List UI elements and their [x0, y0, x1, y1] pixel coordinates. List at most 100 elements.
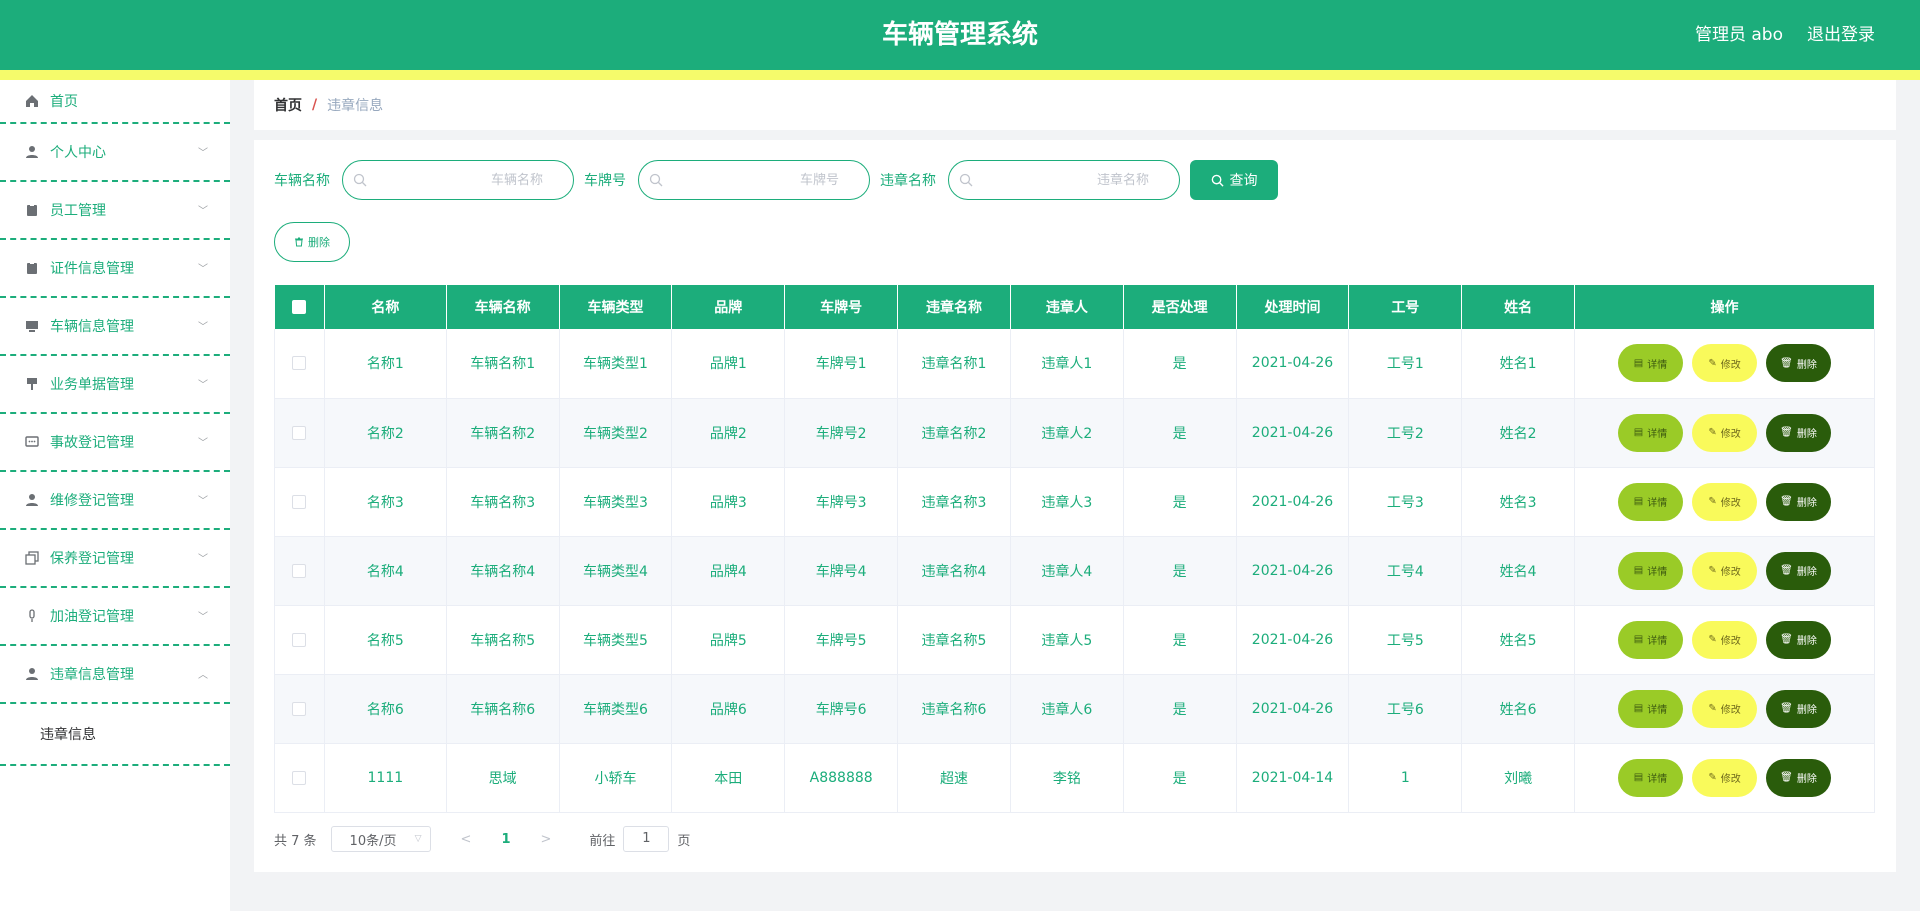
trash-icon: 🗑	[1780, 772, 1793, 783]
chevron-down-icon: ▽	[414, 834, 422, 844]
edit-button[interactable]: ✎ 修改	[1692, 413, 1758, 452]
table-cell: 品牌3	[671, 467, 786, 537]
chevron-down-icon: ﹀	[198, 380, 208, 391]
trash-icon: 🗑	[1780, 565, 1793, 576]
sidebar-item-2[interactable]: 员工管理 ﹀	[0, 182, 230, 240]
header-user-area: 管理员 abo 退出登录	[1695, 0, 1875, 70]
delete-button[interactable]: 🗑 删除	[1766, 482, 1832, 521]
detail-button[interactable]: ▤ 详情	[1618, 620, 1684, 659]
table-cell: 违章人1	[1010, 329, 1124, 399]
edit-label: 修改	[1720, 567, 1741, 578]
table-cell: 李铭	[1010, 743, 1124, 813]
column-header: 车牌号	[784, 285, 899, 329]
row-checkbox[interactable]	[292, 632, 307, 647]
sidebar-item-7[interactable]: 维修登记管理 ﹀	[0, 472, 230, 530]
sidebar-item-label: 个人中心	[50, 145, 106, 161]
chevron-down-icon: ﹀	[198, 206, 208, 217]
trash-icon: 🗑	[1780, 357, 1793, 369]
sidebar-item-label: 车辆信息管理	[50, 319, 134, 335]
batch-delete-button[interactable]: 删除	[274, 222, 350, 262]
sidebar: 首页 个人中心 ﹀ 员工管理 ﹀ 证件信息管理 ﹀ 车辆信息管理 ﹀ 业务单据管理 ﹀ 事故登记管理 ﹀…	[0, 80, 230, 911]
search-input-1[interactable]	[669, 161, 859, 199]
edit-button[interactable]: ✎ 修改	[1692, 758, 1758, 797]
page-number[interactable]: 1	[501, 832, 510, 847]
document-icon: ▤	[1633, 427, 1644, 438]
row-checkbox[interactable]	[292, 770, 307, 785]
document-icon: ▤	[1633, 703, 1644, 714]
detail-label: 详情	[1647, 359, 1668, 371]
edit-button[interactable]: ✎ 修改	[1692, 344, 1758, 383]
select-all-cell	[274, 285, 325, 329]
edit-label: 修改	[1720, 429, 1741, 440]
row-actions: ▤ 详情 ✎ 修改 🗑 删除	[1575, 413, 1874, 452]
edit-button[interactable]: ✎ 修改	[1692, 551, 1758, 590]
table-cell: 超速	[897, 743, 1011, 813]
copy-icon	[24, 550, 40, 566]
table-cell: 2021-04-26	[1236, 674, 1350, 744]
row-actions-cell: ▤ 详情 ✎ 修改 🗑 删除	[1574, 605, 1875, 675]
delete-button[interactable]: 🗑 删除	[1766, 758, 1832, 797]
table-row: 名称4 车辆名称4 车辆类型4 品牌4 车牌号4 违章名称4 违章人4 是 2021-04-26…	[274, 536, 1875, 606]
logout-link[interactable]: 退出登录	[1807, 0, 1875, 70]
query-button[interactable]: 查询	[1190, 160, 1278, 200]
sidebar-subitem-violation-info[interactable]: 违章信息	[0, 704, 230, 766]
table-cell: 思域	[446, 743, 560, 813]
search-input-2[interactable]	[979, 161, 1169, 199]
sidebar-item-4[interactable]: 车辆信息管理 ﹀	[0, 298, 230, 356]
prev-page-icon[interactable]: <	[461, 832, 472, 847]
row-checkbox[interactable]	[292, 494, 307, 509]
detail-button[interactable]: ▤ 详情	[1618, 344, 1684, 383]
table-cell: 车辆名称3	[446, 467, 560, 537]
detail-button[interactable]: ▤ 详情	[1618, 413, 1684, 452]
trash-icon: 🗑	[1780, 634, 1793, 645]
row-checkbox[interactable]	[292, 563, 307, 578]
goto-page-input[interactable]: 1	[623, 826, 670, 852]
table-cell: 车辆类型6	[559, 674, 673, 744]
delete-label: 删除	[1796, 705, 1817, 716]
row-checkbox[interactable]	[292, 701, 307, 716]
chevron-down-icon: ﹀	[198, 438, 208, 449]
detail-label: 详情	[1647, 636, 1668, 647]
sidebar-item-3[interactable]: 证件信息管理 ﹀	[0, 240, 230, 298]
page-size-select[interactable]: 10条/页 ▽	[330, 826, 431, 852]
sidebar-item-8[interactable]: 保养登记管理 ﹀	[0, 530, 230, 588]
edit-button[interactable]: ✎ 修改	[1692, 620, 1758, 659]
table-cell: 违章人3	[1010, 467, 1124, 537]
row-select-cell	[274, 536, 325, 606]
delete-button[interactable]: 🗑 删除	[1766, 413, 1832, 452]
detail-button[interactable]: ▤ 详情	[1618, 482, 1684, 521]
main-panel: 车辆名称车牌号违章名称查询 删除 名称车辆名称车辆类型品牌车牌号违章名称违章人是…	[254, 140, 1896, 872]
column-header: 车辆名称	[446, 285, 560, 329]
chevron-up-icon: ︿	[198, 670, 208, 681]
delete-button[interactable]: 🗑 删除	[1766, 689, 1832, 728]
select-all-checkbox[interactable]	[292, 300, 307, 314]
breadcrumb-home[interactable]: 首页	[274, 95, 302, 115]
detail-button[interactable]: ▤ 详情	[1618, 758, 1684, 797]
edit-label: 修改	[1720, 498, 1741, 509]
sidebar-item-1[interactable]: 个人中心 ﹀	[0, 124, 230, 182]
sidebar-item-9[interactable]: 加油登记管理 ﹀	[0, 588, 230, 646]
detail-button[interactable]: ▤ 详情	[1618, 689, 1684, 728]
delete-button[interactable]: 🗑 删除	[1766, 551, 1832, 590]
sidebar-item-10[interactable]: 违章信息管理 ︿	[0, 646, 230, 704]
app-title: 车辆管理系统	[881, 20, 1038, 50]
edit-button[interactable]: ✎ 修改	[1692, 482, 1758, 521]
sidebar-item-6[interactable]: 事故登记管理 ﹀	[0, 414, 230, 472]
sidebar-item-0[interactable]: 首页	[0, 80, 230, 124]
row-checkbox[interactable]	[292, 425, 307, 440]
sidebar-item-5[interactable]: 业务单据管理 ﹀	[0, 356, 230, 414]
table-cell: 工号1	[1348, 329, 1463, 399]
edit-button[interactable]: ✎ 修改	[1692, 689, 1758, 728]
next-page-icon[interactable]: >	[541, 832, 552, 847]
delete-button[interactable]: 🗑 删除	[1766, 620, 1832, 659]
chevron-down-icon: ﹀	[198, 264, 208, 275]
trash-icon	[295, 237, 303, 247]
detail-button[interactable]: ▤ 详情	[1618, 551, 1684, 590]
table-cell: 品牌1	[671, 329, 786, 399]
row-checkbox[interactable]	[292, 356, 307, 371]
search-icon	[649, 173, 663, 187]
delete-button[interactable]: 🗑 删除	[1766, 344, 1832, 383]
row-select-cell	[274, 398, 325, 468]
search-input-0[interactable]	[373, 161, 563, 199]
pencil-icon: ✎	[1708, 357, 1717, 369]
